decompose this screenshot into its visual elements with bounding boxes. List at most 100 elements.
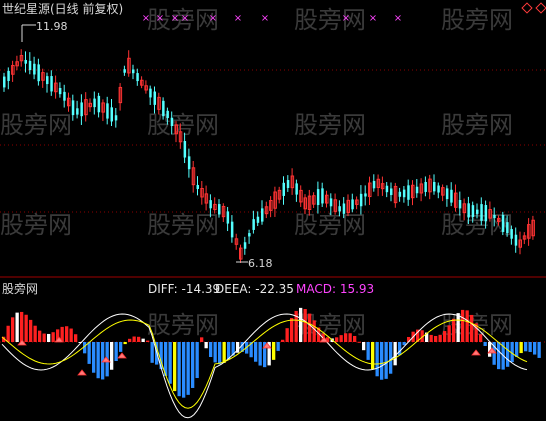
candle-body: [372, 180, 376, 189]
signal-marker: ×: [142, 13, 150, 24]
candle-body: [149, 88, 152, 98]
price-annotations: [21, 24, 248, 263]
macd-bar: [461, 309, 465, 342]
candle-body: [493, 214, 496, 219]
candle-body: [364, 193, 367, 197]
macd-bar: [195, 342, 199, 379]
candle-body: [71, 100, 75, 116]
candle-body: [114, 115, 118, 121]
macd-bar: [168, 342, 172, 384]
candle-body: [338, 206, 341, 212]
macd-bar: [42, 333, 46, 342]
macd-bar: [366, 342, 370, 360]
macd-bar: [87, 342, 91, 364]
candle-body: [514, 234, 518, 246]
macd-bar: [146, 340, 150, 342]
candle-body: [321, 188, 324, 204]
macd-bar: [528, 342, 532, 352]
macd-bar: [515, 342, 519, 357]
candle-body: [398, 191, 402, 197]
candle-body: [252, 219, 255, 230]
candle-body: [415, 186, 419, 194]
macd-bar: [6, 325, 10, 342]
candle-body: [286, 180, 290, 188]
macd-bar: [191, 342, 195, 388]
signal-marker: ×: [234, 13, 242, 24]
stock-chart-window: 股旁网 股旁网 股旁网 股旁网 股旁网 股旁网 股旁网 股旁网 股旁网 股旁网 …: [0, 0, 546, 421]
candle-body: [248, 233, 251, 237]
candle-body: [24, 59, 27, 64]
candle-body: [458, 200, 462, 209]
macd-bar: [38, 330, 42, 342]
macd-bar: [128, 338, 132, 342]
candle-body: [476, 209, 479, 214]
macd-bar: [276, 342, 280, 351]
candle-body: [97, 95, 101, 113]
chart-canvas[interactable]: × × × × × × × × × ×: [0, 0, 546, 421]
signal-marker: ×: [261, 13, 269, 24]
macd-bar: [24, 314, 28, 342]
candle-body: [450, 189, 453, 203]
candle-body: [359, 193, 363, 207]
signal-marker: ×: [394, 13, 402, 24]
macd-bar: [375, 342, 379, 377]
macd-bar: [524, 342, 528, 352]
signal-marker: ×: [369, 13, 377, 24]
candle-body: [480, 204, 483, 221]
candle-body: [407, 185, 410, 200]
macd-bar: [380, 342, 384, 380]
candle-body: [510, 229, 513, 239]
candle-body: [501, 214, 505, 232]
macd-bar: [272, 342, 276, 360]
macd-bar: [222, 342, 226, 363]
signal-marker: ×: [209, 13, 217, 24]
macd-bar: [303, 309, 307, 342]
macd-bar: [281, 339, 285, 342]
candle-body: [183, 141, 187, 158]
macd-bar: [29, 319, 33, 342]
candle-body: [256, 216, 260, 223]
candle-body: [132, 69, 135, 74]
candle-body: [106, 103, 109, 119]
signal-markers: × × × × × × × × × ×: [142, 13, 402, 24]
candle-body: [170, 117, 174, 127]
candle-body: [243, 242, 247, 249]
price-candles: [3, 49, 535, 264]
macd-bar: [123, 342, 127, 345]
macd-bar: [47, 333, 51, 342]
chart-title: 世纪星源(日线 前复权): [2, 2, 124, 16]
candle-body: [471, 205, 475, 217]
signal-marker: ×: [156, 13, 164, 24]
macd-bar: [398, 342, 402, 356]
signal-arrow: [471, 349, 481, 356]
signal-arrow: [117, 352, 127, 359]
candle-body: [218, 204, 221, 215]
macd-bar: [290, 318, 294, 342]
signal-marker: ×: [171, 13, 179, 24]
candle-body: [230, 221, 234, 238]
candle-body: [445, 188, 449, 200]
candle-body: [123, 69, 126, 73]
macd-bar: [344, 333, 348, 342]
macd-value: MACD: 15.93: [296, 282, 375, 296]
macd-bar: [92, 342, 96, 373]
macd-bar: [182, 342, 186, 398]
candle-body: [50, 76, 53, 92]
candle-body: [424, 181, 427, 192]
macd-bar: [69, 328, 73, 342]
macd-bar: [51, 332, 55, 342]
macd-bar: [308, 313, 312, 342]
candle-body: [63, 91, 66, 101]
candle-body: [295, 183, 298, 195]
macd-bar: [384, 342, 388, 379]
macd-bar: [312, 320, 316, 342]
macd-bar: [200, 337, 204, 342]
macd-histogram: [2, 307, 541, 398]
candle-body: [342, 203, 346, 214]
macd-bar: [371, 342, 375, 370]
macd-bar: [389, 342, 393, 374]
candle-body: [153, 91, 156, 105]
candle-body: [136, 73, 139, 82]
macd-bar: [137, 336, 141, 342]
macd-bar: [218, 342, 222, 365]
